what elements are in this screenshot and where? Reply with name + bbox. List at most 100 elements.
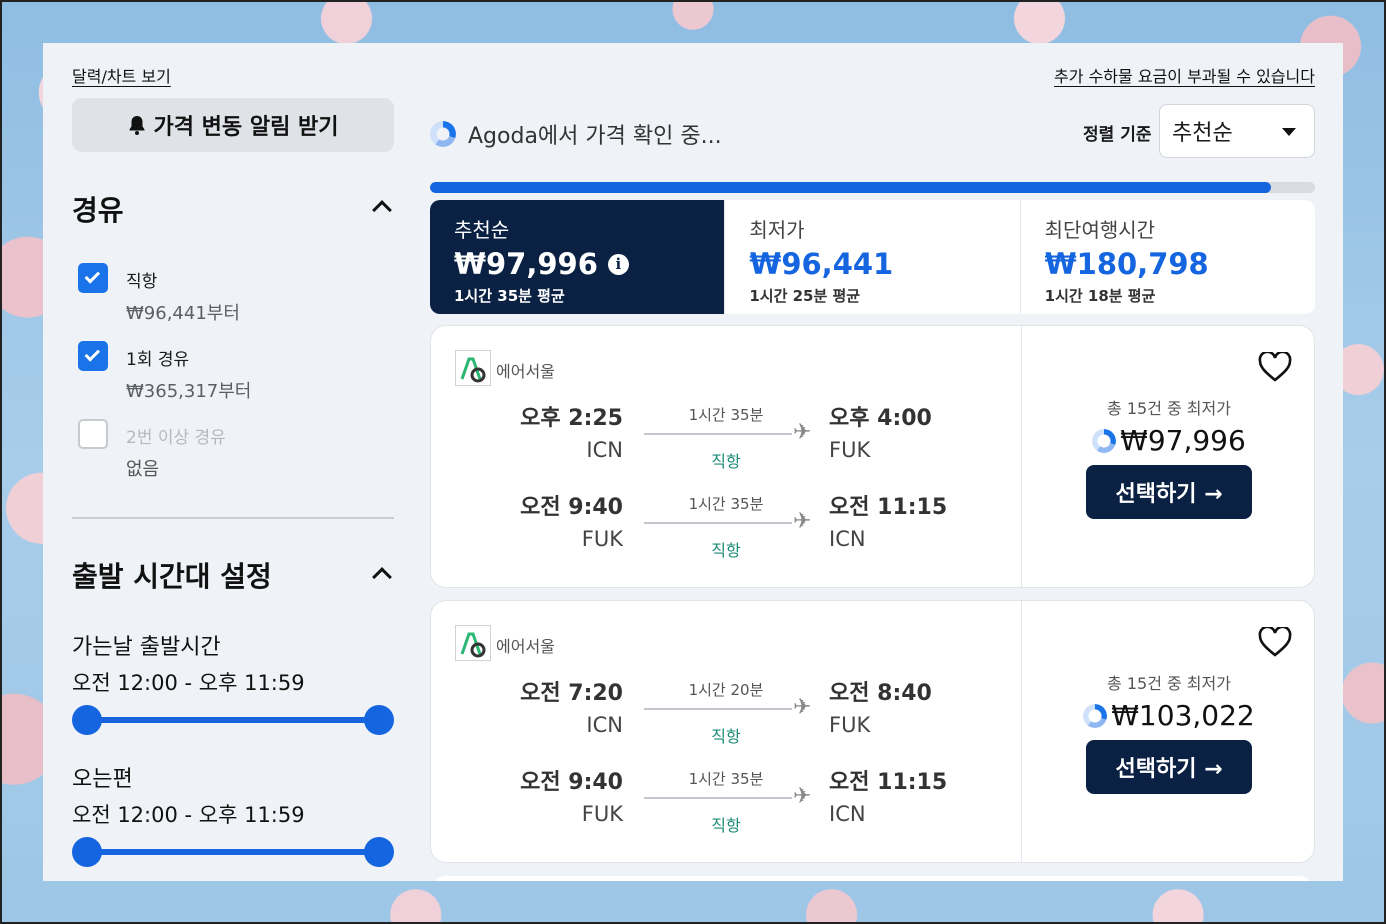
return-leg: 오전 9:40 FUK 1시간 35분 ✈ 직항 오전 11:15 ICN <box>431 489 1022 569</box>
price-alert-label: 가격 변동 알림 받기 <box>153 115 339 140</box>
stop-option-price: 없음 <box>126 459 160 480</box>
loading-spinner-icon <box>1083 703 1108 728</box>
sort-label: 정렬 기준 <box>1083 125 1152 145</box>
stop-option-label: 2번 이상 경유 <box>126 428 226 448</box>
plane-icon: ✈ <box>793 784 812 809</box>
loading-spinner-icon <box>1092 428 1117 453</box>
flight-duration: 1시간 20분 <box>688 681 764 699</box>
checkbox-direct[interactable] <box>78 263 108 293</box>
sort-tabs: 추천순 ₩97,996 i 1시간 35분 평균 최저가 ₩96,441 1시간… <box>430 200 1315 314</box>
return-time-range: 오전 12:00 - 오후 11:59 <box>72 803 305 827</box>
tab-average-duration: 1시간 25분 평균 <box>749 287 861 305</box>
select-flight-button[interactable]: 선택하기 → <box>1086 740 1252 794</box>
flight-price-section: 총 15건 중 최저가 ₩97,996 선택하기 → <box>1022 326 1316 587</box>
return-time-label: 오는편 <box>72 767 133 792</box>
arrival-airport: ICN <box>829 527 866 551</box>
departure-airport: ICN <box>586 438 623 462</box>
tab-price: ₩180,798 <box>1044 247 1209 281</box>
search-progress-fill <box>430 182 1271 193</box>
return-leg: 오전 9:40 FUK 1시간 35분 ✈ 직항 오전 11:15 ICN <box>431 764 1022 844</box>
stop-type: 직항 <box>711 452 741 471</box>
route-line <box>644 522 792 524</box>
flight-card[interactable]: 에어서울 오후 2:25 ICN 1시간 35분 ✈ 직항 오후 4:00 FU… <box>430 325 1315 588</box>
info-icon[interactable]: i <box>607 253 629 275</box>
plane-icon: ✈ <box>793 509 812 534</box>
arrival-airport: ICN <box>829 802 866 826</box>
loading-text: Agoda에서 가격 확인 중... <box>468 124 722 149</box>
tab-recommended[interactable]: 추천순 ₩97,996 i 1시간 35분 평균 <box>430 200 726 314</box>
plane-icon: ✈ <box>793 420 812 445</box>
lowest-price-note: 총 15건 중 최저가 <box>1107 399 1231 418</box>
tab-cheapest[interactable]: 최저가 ₩96,441 1시간 25분 평균 <box>725 200 1021 314</box>
flight-duration: 1시간 35분 <box>688 495 764 513</box>
return-slider-start-handle[interactable] <box>72 837 102 867</box>
stop-type: 직항 <box>711 727 741 746</box>
flight-price: ₩103,022 <box>1022 699 1316 732</box>
price-alert-button[interactable]: 가격 변동 알림 받기 <box>72 98 394 152</box>
heart-icon[interactable] <box>1258 627 1292 657</box>
arrival-airport: FUK <box>829 438 871 462</box>
tab-fastest[interactable]: 최단여행시간 ₩180,798 1시간 18분 평균 <box>1021 200 1315 314</box>
bell-icon <box>128 115 146 135</box>
departure-time: 오후 2:25 <box>520 406 623 431</box>
flight-price-section: 총 15건 중 최저가 ₩103,022 선택하기 → <box>1022 601 1316 862</box>
flight-duration: 1시간 35분 <box>688 770 764 788</box>
tab-price: ₩96,441 <box>749 247 894 281</box>
checkbox-one-stop[interactable] <box>78 341 108 371</box>
return-time-slider[interactable] <box>72 837 394 867</box>
outbound-slider-start-handle[interactable] <box>72 705 102 735</box>
outbound-leg: 오전 7:20 ICN 1시간 20분 ✈ 직항 오전 8:40 FUK <box>431 675 1022 755</box>
arrival-time: 오후 4:00 <box>829 406 932 431</box>
outbound-slider-end-handle[interactable] <box>364 705 394 735</box>
airline-logo-icon <box>455 625 491 661</box>
return-slider-end-handle[interactable] <box>364 837 394 867</box>
airline-logo-icon <box>455 350 491 386</box>
outbound-time-slider[interactable] <box>72 705 394 735</box>
tab-name: 최단여행시간 <box>1044 218 1156 242</box>
loading-spinner-icon <box>430 121 456 147</box>
flight-price-value: ₩103,022 <box>1111 699 1255 732</box>
route-line <box>644 708 792 710</box>
stop-type: 직항 <box>711 541 741 560</box>
calendar-chart-link[interactable]: 달력/차트 보기 <box>72 63 171 87</box>
price-check-status: Agoda에서 가격 확인 중... <box>430 118 722 150</box>
departure-airport: FUK <box>581 802 623 826</box>
stop-option-price: ₩365,317부터 <box>126 381 252 402</box>
stop-option-price: ₩96,441부터 <box>126 303 240 324</box>
plane-icon: ✈ <box>793 695 812 720</box>
tab-average-duration: 1시간 35분 평균 <box>454 287 565 305</box>
tab-name: 최저가 <box>749 218 805 242</box>
sidebar-divider <box>72 517 394 519</box>
departure-airport: FUK <box>581 527 623 551</box>
departure-airport: ICN <box>586 713 623 737</box>
baggage-fee-link[interactable]: 추가 수하물 요금이 부과될 수 있습니다 <box>1054 63 1315 87</box>
stop-option-label: 직항 <box>126 272 158 292</box>
departure-time: 오전 9:40 <box>520 770 623 795</box>
next-flight-card-peek <box>430 876 1315 881</box>
airline-name: 에어서울 <box>496 637 555 656</box>
flight-results-panel: 달력/차트 보기 가격 변동 알림 받기 경유 직항 ₩96,441부터 1회 … <box>43 43 1343 881</box>
arrival-time: 오전 11:15 <box>829 770 948 795</box>
flight-itinerary: 에어서울 오후 2:25 ICN 1시간 35분 ✈ 직항 오후 4:00 FU… <box>431 326 1022 587</box>
flight-price-value: ₩97,996 <box>1120 424 1246 457</box>
select-flight-button[interactable]: 선택하기 → <box>1086 465 1252 519</box>
search-progress-bar <box>430 182 1315 193</box>
flight-card[interactable]: 에어서울 오전 7:20 ICN 1시간 20분 ✈ 직항 오전 8:40 FU… <box>430 600 1315 863</box>
tab-price: ₩97,996 <box>454 247 598 281</box>
departure-time-collapse-chevron-icon[interactable] <box>372 567 392 587</box>
stop-type: 직항 <box>711 816 741 835</box>
flight-price: ₩97,996 <box>1022 424 1316 457</box>
sort-dropdown[interactable]: 추천순 <box>1159 104 1315 158</box>
arrival-time: 오전 8:40 <box>829 681 932 706</box>
stop-option-label: 1회 경유 <box>126 350 190 370</box>
heart-icon[interactable] <box>1258 352 1292 382</box>
outbound-time-label: 가는날 출발시간 <box>72 635 221 660</box>
sort-value: 추천순 <box>1172 121 1233 146</box>
arrival-time: 오전 11:15 <box>829 495 948 520</box>
stops-collapse-chevron-icon[interactable] <box>372 200 392 220</box>
departure-time: 오전 9:40 <box>520 495 623 520</box>
flight-itinerary: 에어서울 오전 7:20 ICN 1시간 20분 ✈ 직항 오전 8:40 FU… <box>431 601 1022 862</box>
arrival-airport: FUK <box>829 713 871 737</box>
airline-name: 에어서울 <box>496 362 555 381</box>
caret-down-icon <box>1282 128 1296 136</box>
